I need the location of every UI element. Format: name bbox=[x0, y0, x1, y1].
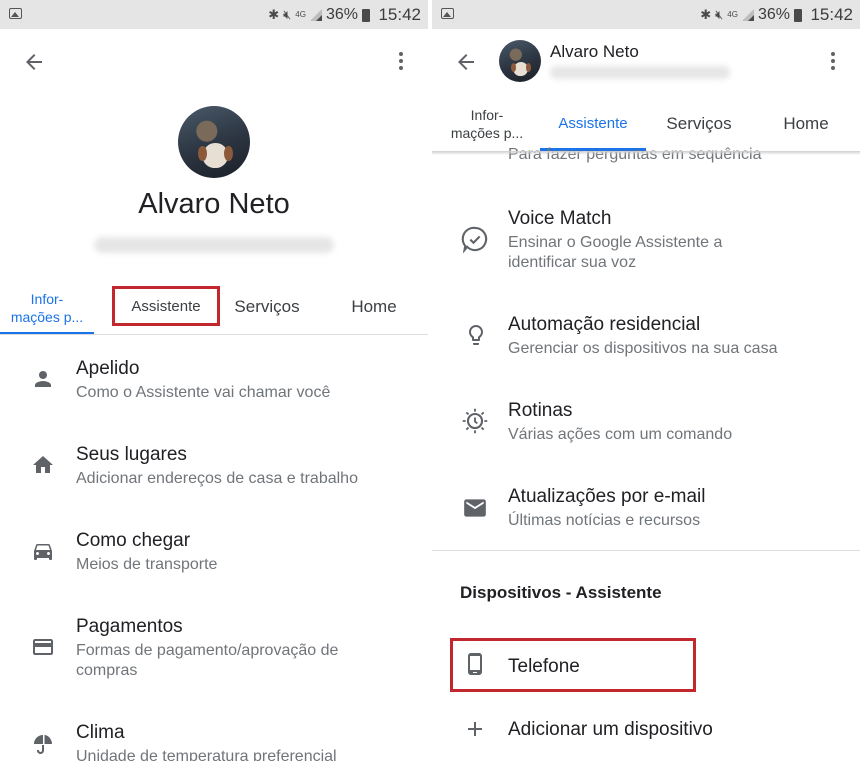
tab-divider bbox=[0, 334, 428, 335]
item-title: Seus lugares bbox=[76, 444, 187, 465]
lightbulb-icon bbox=[469, 325, 483, 345]
battery-icon bbox=[794, 8, 802, 22]
item-title: Rotinas bbox=[508, 400, 573, 421]
tab-informacoes[interactable]: Infor-mações p... bbox=[0, 290, 94, 326]
battery-icon bbox=[362, 8, 370, 22]
avatar bbox=[499, 40, 541, 82]
tab-servicos[interactable]: Serviços bbox=[650, 114, 748, 134]
blurred-email bbox=[94, 237, 334, 253]
header-shadow bbox=[432, 151, 860, 155]
gallery-notification-icon bbox=[441, 8, 454, 19]
weather-icon bbox=[34, 735, 52, 754]
clock: 15:42 bbox=[810, 5, 853, 24]
profile-name: Alvaro Neto bbox=[138, 188, 290, 220]
tab-servicos[interactable]: Serviços bbox=[218, 297, 316, 317]
item-title: Clima bbox=[76, 722, 125, 743]
item-subtitle: Unidade de temperatura preferencial bbox=[76, 748, 337, 761]
network-type: 4G bbox=[727, 10, 738, 19]
credit-card-icon bbox=[33, 639, 53, 655]
blurred-email bbox=[550, 66, 730, 79]
section-divider bbox=[432, 550, 860, 551]
battery-percent: 36% bbox=[325, 6, 358, 23]
section-title: Dispositivos - Assistente bbox=[460, 583, 662, 602]
highlight-box bbox=[112, 286, 220, 326]
item-subtitle: Últimas notícias e recursos bbox=[508, 512, 701, 529]
item-subtitle: Como o Assistente vai chamar você bbox=[76, 384, 331, 401]
tab-home[interactable]: Home bbox=[330, 297, 418, 317]
tab-informacoes[interactable]: Infor-mações p... bbox=[440, 106, 534, 142]
profile-name: Alvaro Neto bbox=[550, 42, 639, 61]
car-icon bbox=[34, 544, 52, 560]
clock: 15:42 bbox=[378, 5, 421, 24]
routines-icon bbox=[462, 408, 488, 434]
person-icon bbox=[35, 371, 51, 387]
item-title: Pagamentos bbox=[76, 616, 183, 637]
status-bar: ✱ 🔇︎ 4G 36% 15:42 bbox=[432, 0, 860, 29]
gallery-notification-icon bbox=[9, 8, 22, 19]
more-options-icon[interactable] bbox=[831, 52, 837, 73]
item-subtitle: Adicionar endereços de casa e trabalho bbox=[76, 470, 358, 487]
signal-icon bbox=[309, 9, 322, 21]
item-subtitle: Gerenciar os dispositivos na sua casa bbox=[508, 340, 778, 357]
item-title: Voice Match bbox=[508, 208, 612, 229]
item-subtitle: Várias ações com um comando bbox=[508, 426, 733, 443]
email-icon bbox=[464, 499, 486, 517]
tab-home[interactable]: Home bbox=[758, 114, 854, 134]
avatar bbox=[178, 106, 250, 178]
partial-item-subtitle: Para fazer perguntas em sequência bbox=[508, 146, 761, 164]
home-icon bbox=[33, 456, 53, 473]
mute-icon: 🔇︎ bbox=[283, 7, 292, 22]
bluetooth-icon: ✱ bbox=[268, 7, 280, 22]
right-screenshot: ✱ 🔇︎ 4G 36% 15:42 Alvaro Neto Infor-maçõ… bbox=[432, 0, 860, 761]
more-options-icon[interactable] bbox=[399, 52, 405, 73]
network-type: 4G bbox=[295, 10, 306, 19]
item-subtitle: Meios de transporte bbox=[76, 556, 218, 573]
mute-icon: 🔇︎ bbox=[715, 7, 724, 22]
bluetooth-icon: ✱ bbox=[700, 7, 712, 22]
battery-percent: 36% bbox=[757, 6, 790, 23]
item-title: Como chegar bbox=[76, 530, 191, 551]
item-title: Atualizações por e-mail bbox=[508, 486, 706, 507]
status-icons: ✱ 🔇︎ 4G 36% bbox=[700, 6, 802, 24]
status-bar: ✱ 🔇︎ 4G 36% 15:42 bbox=[0, 0, 428, 29]
status-icons: ✱ 🔇︎ 4G 36% bbox=[268, 6, 370, 24]
item-subtitle: Ensinar o Google Assistente a identifica… bbox=[508, 234, 723, 271]
voice-match-icon bbox=[461, 226, 488, 253]
item-subtitle: Formas de pagamento/aprovação de compras bbox=[76, 642, 339, 679]
back-arrow-icon[interactable] bbox=[454, 50, 478, 74]
signal-icon bbox=[741, 9, 754, 21]
plus-icon bbox=[468, 722, 482, 736]
item-title: Automação residencial bbox=[508, 314, 701, 335]
item-title: Apelido bbox=[76, 358, 140, 379]
back-arrow-icon[interactable] bbox=[22, 50, 46, 74]
highlight-box bbox=[450, 638, 696, 692]
tab-assistente[interactable]: Assistente bbox=[540, 115, 646, 132]
left-screenshot: ✱ 🔇︎ 4G 36% 15:42 Alvaro Neto Infor-maçõ… bbox=[0, 0, 428, 761]
item-title: Adicionar um dispositivo bbox=[508, 719, 713, 740]
